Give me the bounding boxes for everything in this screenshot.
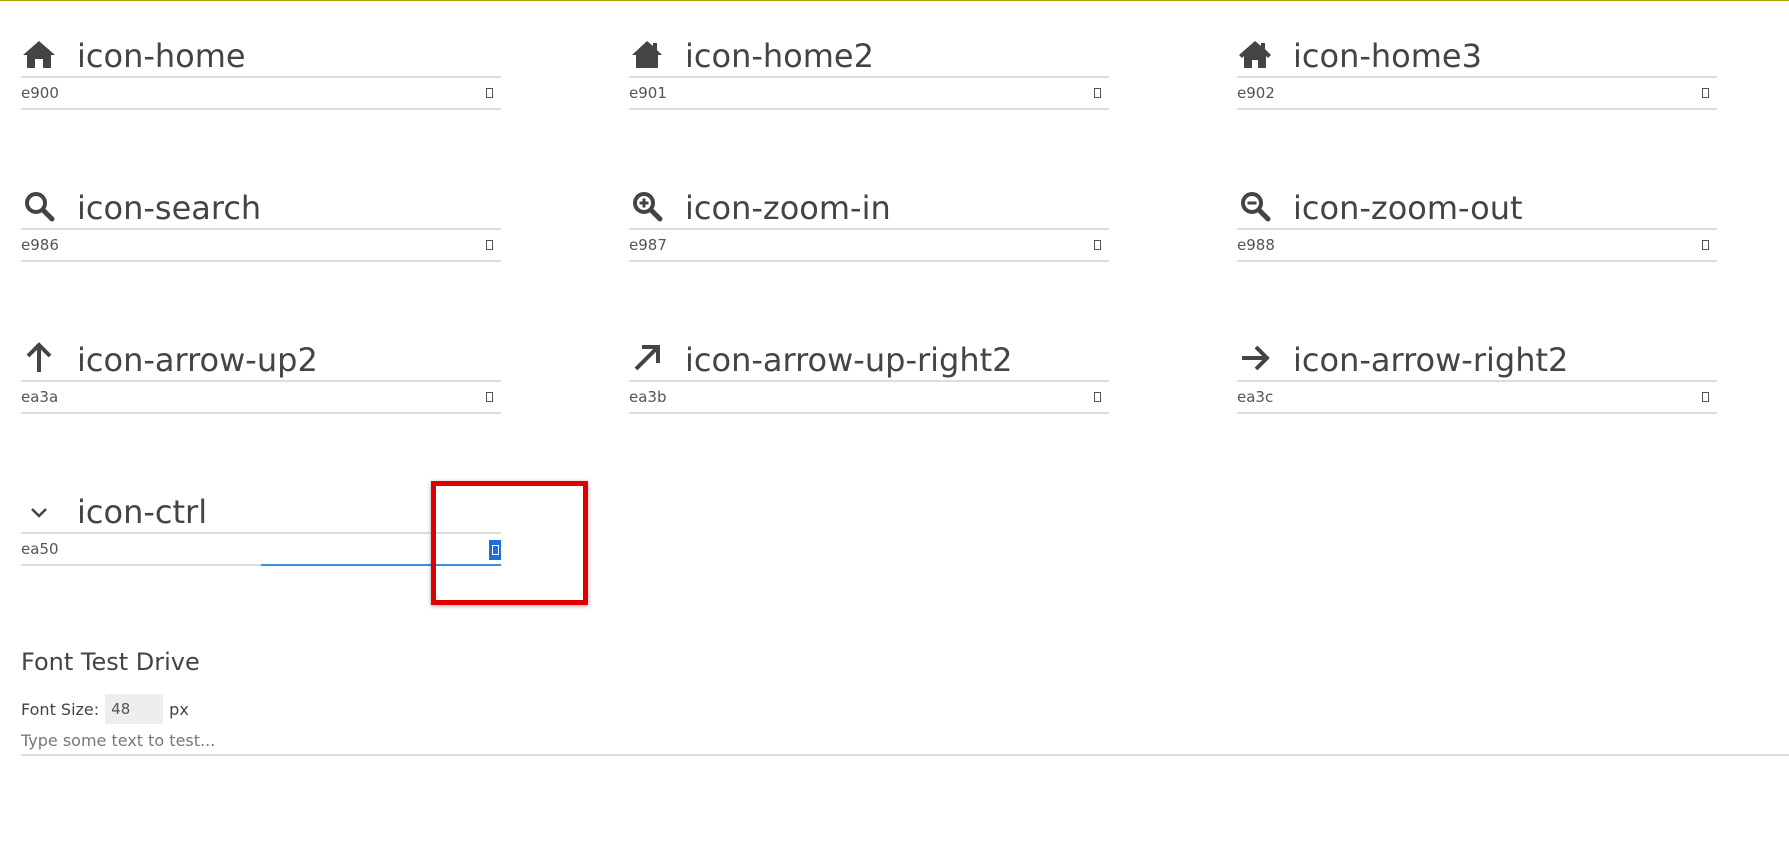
glyph-item: icon-arrow-up-right2 xyxy=(629,328,1109,414)
glyph-char-field[interactable] xyxy=(1693,382,1717,412)
home-icon xyxy=(21,36,57,72)
glyph-item: icon-home2 xyxy=(629,24,1109,110)
font-size-unit: px xyxy=(169,699,189,719)
glyph-name: icon-arrow-right2 xyxy=(1293,341,1569,379)
glyph-code-field[interactable] xyxy=(1237,78,1477,108)
ctrl-chevron-icon xyxy=(21,492,57,528)
glyph-code-field[interactable] xyxy=(21,78,261,108)
font-size-row: Font Size: px xyxy=(21,694,1789,724)
glyph-item: icon-search xyxy=(21,176,501,262)
glyph-name: icon-zoom-in xyxy=(685,189,891,227)
glyph-code-row xyxy=(629,380,1109,414)
glyph-item: icon-ctrl xyxy=(21,480,501,566)
zoom-in-icon xyxy=(629,188,665,224)
glyph-name: icon-search xyxy=(77,189,262,227)
glyph-item: icon-zoom-in xyxy=(629,176,1109,262)
glyph-code-row xyxy=(1237,380,1717,414)
glyph-item: icon-zoom-out xyxy=(1237,176,1717,262)
test-drive-title: Font Test Drive xyxy=(21,648,200,676)
glyph-code-field[interactable] xyxy=(21,382,261,412)
icon-font-preview-page: icon-home icon-home2 icon-home3 xyxy=(0,0,1789,848)
glyph-name: icon-home3 xyxy=(1293,37,1482,75)
font-test-drive: Font Test Drive Font Size: px xyxy=(21,646,1789,756)
glyph-code-field[interactable] xyxy=(629,78,869,108)
zoom-out-icon xyxy=(1237,188,1273,224)
glyph-char-field[interactable] xyxy=(477,382,501,412)
highlight-box xyxy=(431,481,588,605)
glyph-item: icon-home xyxy=(21,24,501,110)
glyph-code-row xyxy=(1237,76,1717,110)
glyph-name: icon-home2 xyxy=(685,37,874,75)
search-icon xyxy=(21,188,57,224)
arrow-up-icon xyxy=(21,340,57,376)
home2-icon xyxy=(629,36,665,72)
glyph-code-row xyxy=(21,76,501,110)
glyph-char-field[interactable] xyxy=(477,230,501,260)
glyph-name: icon-home xyxy=(77,37,246,75)
glyph-item: icon-arrow-right2 xyxy=(1237,328,1717,414)
glyph-code-field[interactable] xyxy=(1237,230,1477,260)
glyph-item: icon-arrow-up2 xyxy=(21,328,501,414)
glyph-code-row xyxy=(21,228,501,262)
glyph-char-field[interactable] xyxy=(1085,230,1109,260)
glyph-name: icon-ctrl xyxy=(77,493,208,531)
glyph-code-row xyxy=(21,532,501,566)
glyph-char-field[interactable] xyxy=(477,78,501,108)
glyph-char-field[interactable] xyxy=(1085,78,1109,108)
glyph-code-row xyxy=(21,380,501,414)
glyph-code-field[interactable] xyxy=(1237,382,1477,412)
glyph-char-field[interactable] xyxy=(1693,78,1717,108)
glyph-code-field[interactable] xyxy=(21,230,261,260)
glyph-code-field[interactable] xyxy=(629,230,869,260)
glyph-code-field[interactable] xyxy=(629,382,869,412)
glyph-char-field[interactable] xyxy=(1085,382,1109,412)
test-text-input[interactable] xyxy=(21,726,1789,756)
arrow-up-right-icon xyxy=(629,340,665,376)
arrow-right-icon xyxy=(1237,340,1273,376)
font-size-label: Font Size: xyxy=(21,699,100,719)
glyph-code-row xyxy=(1237,228,1717,262)
glyph-name: icon-zoom-out xyxy=(1293,189,1523,227)
glyph-item: icon-home3 xyxy=(1237,24,1717,110)
glyph-code-row xyxy=(629,228,1109,262)
glyph-code-row xyxy=(629,76,1109,110)
top-rule xyxy=(0,0,1789,1)
glyph-name: icon-arrow-up2 xyxy=(77,341,318,379)
font-size-input[interactable] xyxy=(105,694,164,724)
home3-icon xyxy=(1237,36,1273,72)
glyph-char-field[interactable] xyxy=(1693,230,1717,260)
glyph-name: icon-arrow-up-right2 xyxy=(685,341,1013,379)
glyph-code-field[interactable] xyxy=(21,534,261,564)
